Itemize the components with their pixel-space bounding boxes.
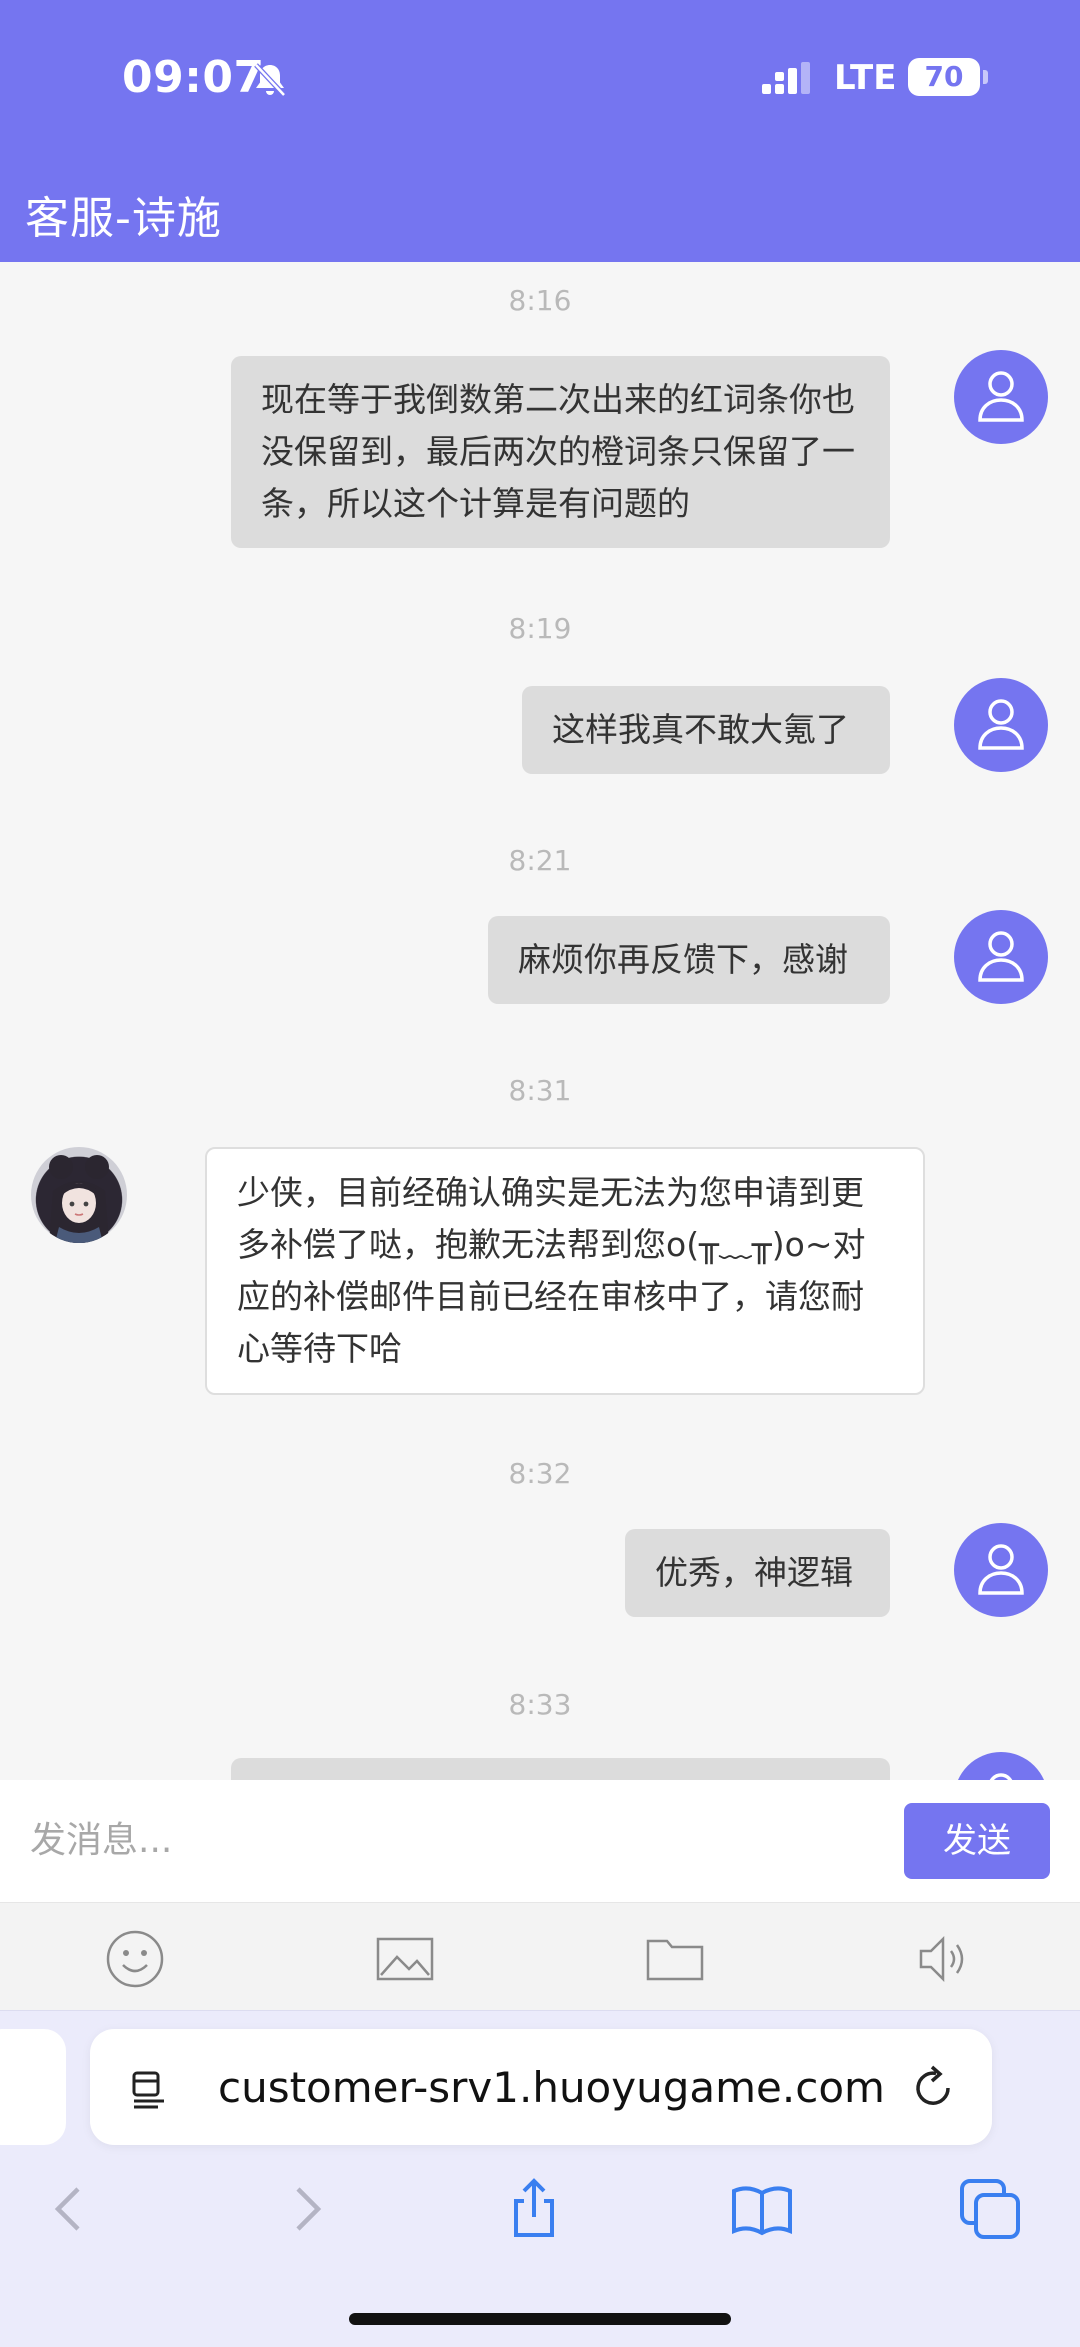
home-indicator[interactable] — [349, 2313, 731, 2325]
message-bubble[interactable]: 少侠，目前经确认确实是无法为您申请到更多补偿了哒，抱歉无法帮到您o(╥﹏╥)o~… — [205, 1147, 925, 1395]
message-timestamp: 8:16 — [508, 284, 572, 317]
voice-icon[interactable] — [915, 1929, 975, 1989]
message-bubble[interactable]: 这样我真不敢大氪了 — [522, 686, 890, 774]
image-icon[interactable] — [375, 1929, 435, 1989]
send-button[interactable]: 发送 — [904, 1803, 1050, 1879]
message-timestamp: 8:32 — [508, 1457, 572, 1490]
signal-icon — [762, 62, 810, 94]
forward-icon[interactable] — [274, 2177, 338, 2241]
back-icon[interactable] — [38, 2177, 102, 2241]
message-timestamp: 8:33 — [508, 1688, 572, 1721]
message-timestamp: 8:19 — [508, 612, 572, 645]
bookmarks-icon[interactable] — [730, 2177, 794, 2241]
agent-portrait-icon — [49, 1155, 109, 1243]
screen: 09:07 LTE 70 客服-诗施 8:16 现在等于我倒数第二次出来的红词条… — [0, 0, 1080, 2347]
user-icon — [978, 931, 1024, 982]
message-timestamp: 8:21 — [508, 844, 572, 877]
previous-tab[interactable] — [0, 2029, 66, 2145]
url-text: customer-srv1.huoyugame.com — [218, 2063, 885, 2112]
user-icon — [989, 1773, 1013, 1780]
user-avatar[interactable] — [954, 910, 1048, 1004]
user-avatar[interactable] — [954, 350, 1048, 444]
tabs-icon[interactable] — [958, 2177, 1022, 2241]
composer-toolbar — [0, 1902, 1080, 2010]
user-avatar[interactable] — [954, 1523, 1048, 1617]
page-menu-icon[interactable] — [128, 2067, 172, 2111]
user-avatar[interactable] — [954, 1752, 1048, 1780]
user-icon — [978, 1544, 1024, 1595]
user-icon — [978, 699, 1024, 750]
page-title: 客服-诗施 — [25, 193, 222, 244]
address-bar[interactable]: customer-srv1.huoyugame.com — [90, 2029, 992, 2145]
chat-list[interactable]: 8:16 现在等于我倒数第二次出来的红词条你也没保留到，最后两次的橙词条只保留了… — [0, 262, 1080, 1780]
app-header: 09:07 LTE 70 客服-诗施 — [0, 0, 1080, 262]
message-bubble[interactable]: 优秀，神逻辑 — [625, 1529, 890, 1617]
bell-slash-icon — [254, 63, 286, 97]
battery-icon: 70 — [908, 58, 988, 96]
message-timestamp: 8:31 — [508, 1074, 572, 1107]
emoji-icon[interactable] — [105, 1929, 165, 1989]
browser-chrome: customer-srv1.huoyugame.com — [0, 2010, 1080, 2347]
share-icon[interactable] — [502, 2177, 566, 2241]
message-composer: 发送 — [0, 1780, 1080, 1902]
message-input[interactable] — [30, 1802, 880, 1878]
reload-icon[interactable] — [908, 2063, 958, 2113]
message-bubble[interactable] — [231, 1758, 890, 1780]
message-bubble[interactable]: 麻烦你再反馈下，感谢 — [488, 916, 890, 1004]
message-bubble[interactable]: 现在等于我倒数第二次出来的红词条你也没保留到，最后两次的橙词条只保留了一条，所以… — [231, 356, 890, 548]
network-type: LTE — [834, 58, 897, 98]
status-time: 09:07 — [122, 52, 265, 103]
user-avatar[interactable] — [954, 678, 1048, 772]
folder-icon[interactable] — [645, 1929, 705, 1989]
agent-avatar[interactable] — [31, 1147, 127, 1243]
user-icon — [978, 371, 1024, 422]
